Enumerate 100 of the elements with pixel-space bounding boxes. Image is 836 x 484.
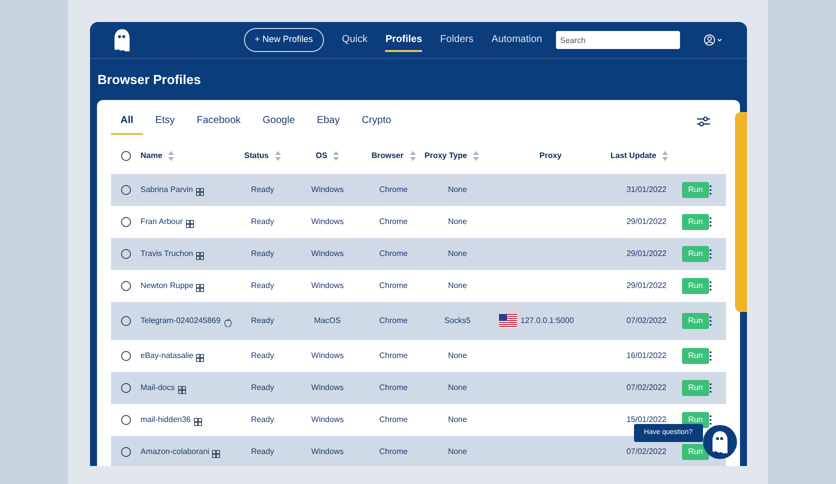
status-text: Ready — [250, 184, 274, 196]
profile-name: Sabrina Parvin — [140, 184, 193, 196]
os-text: Windows — [311, 350, 344, 362]
windows-icon — [186, 220, 194, 228]
last-update-text: 07/02/2022 — [626, 314, 667, 326]
logo-icon — [112, 27, 132, 53]
column-header: OS — [316, 150, 328, 162]
filter-tab[interactable]: Google — [252, 108, 305, 134]
browser-text: Chrome — [379, 314, 408, 326]
more-icon[interactable] — [708, 280, 712, 290]
more-icon[interactable] — [708, 414, 712, 424]
last-update-text: 29/01/2022 — [626, 248, 667, 260]
proxy-type-text: None — [448, 414, 468, 426]
profile-name: mail-hidden36 — [140, 414, 191, 426]
status-text: Ready — [250, 314, 274, 326]
status-text: Ready — [250, 350, 274, 362]
proxy-type-text: None — [448, 382, 468, 394]
select-radio[interactable] — [120, 414, 130, 424]
profile-name: Fran Arbour — [140, 216, 183, 228]
proxy-type-text: None — [448, 280, 468, 292]
filter-tab[interactable]: Crypto — [352, 108, 402, 134]
windows-icon — [212, 450, 220, 458]
windows-icon — [196, 188, 204, 196]
select-radio[interactable] — [120, 150, 130, 160]
os-text: Windows — [311, 382, 344, 394]
os-text: Windows — [311, 280, 344, 292]
select-radio[interactable] — [120, 446, 130, 456]
browser-text: Chrome — [379, 248, 408, 260]
last-update-text: 07/02/2022 — [626, 382, 667, 394]
more-icon[interactable] — [708, 248, 712, 258]
last-update-text: 15/01/2022 — [626, 414, 667, 426]
filter-tab[interactable]: Facebook — [186, 108, 251, 134]
profile-name: Newton Ruppe — [140, 280, 194, 292]
select-radio[interactable] — [120, 382, 130, 392]
nav-tab[interactable]: Folders — [440, 28, 474, 52]
select-radio[interactable] — [120, 248, 130, 258]
browser-text: Chrome — [379, 216, 408, 228]
more-icon[interactable] — [708, 184, 712, 194]
browser-text: Chrome — [379, 446, 408, 458]
os-text: Windows — [311, 446, 344, 458]
profile-name: Amazon-colaborani — [140, 446, 210, 458]
profile-name: Mail-docs — [140, 382, 175, 394]
windows-icon — [194, 418, 202, 426]
status-text: Ready — [250, 280, 274, 292]
browser-text: Chrome — [379, 184, 408, 196]
browser-text: Chrome — [379, 414, 408, 426]
status-text: Ready — [250, 446, 274, 458]
select-radio[interactable] — [120, 350, 130, 360]
status-text: Ready — [250, 414, 274, 426]
status-text: Ready — [250, 382, 274, 394]
windows-icon — [178, 386, 186, 394]
flag-icon — [498, 314, 516, 328]
nav-tab[interactable]: Profiles — [385, 28, 422, 52]
nav-tab[interactable]: Automation — [492, 28, 542, 52]
new-profiles-button[interactable]: + New Profiles — [244, 28, 324, 52]
status-text: Ready — [250, 216, 274, 228]
proxy-type-text: None — [448, 446, 468, 458]
last-update-text: 29/01/2022 — [626, 216, 667, 228]
profile-name: eBay-natasalie — [140, 350, 194, 362]
page-title: Browser Profiles — [96, 71, 202, 89]
browser-text: Chrome — [379, 382, 408, 394]
more-icon[interactable] — [708, 350, 712, 360]
column-header: Proxy Type — [424, 150, 468, 162]
column-header: Name — [140, 150, 162, 162]
last-update-text: 16/01/2022 — [626, 350, 667, 362]
profile-name: Telegram-0240245869 — [140, 314, 221, 326]
search-field[interactable]: Search — [556, 31, 680, 49]
os-text: Windows — [311, 414, 344, 426]
filter-tab[interactable]: All — [110, 108, 144, 134]
select-radio[interactable] — [120, 280, 130, 290]
status-text: Ready — [250, 248, 274, 260]
select-radio[interactable] — [120, 316, 130, 326]
proxy-address: 127.0.0.1:5000 — [520, 314, 574, 326]
ghost-icon — [710, 430, 730, 454]
column-header: Proxy — [539, 150, 562, 162]
os-text: Windows — [311, 184, 344, 196]
column-header: Browser — [371, 150, 404, 162]
column-header: Last Update — [610, 150, 656, 162]
windows-icon — [196, 354, 204, 362]
more-icon[interactable] — [708, 316, 712, 326]
os-text: Windows — [311, 248, 344, 260]
browser-text: Chrome — [379, 280, 408, 292]
proxy-type-text: Socks5 — [444, 314, 471, 326]
nav-tab[interactable]: Quick — [342, 28, 368, 52]
windows-icon — [196, 284, 204, 292]
filter-settings-icon[interactable] — [696, 116, 710, 127]
more-icon[interactable] — [708, 216, 712, 226]
proxy-type-text: None — [448, 184, 468, 196]
select-radio[interactable] — [120, 184, 130, 194]
more-icon[interactable] — [708, 382, 712, 392]
filter-tab[interactable]: Ebay — [306, 108, 350, 134]
browser-text: Chrome — [379, 350, 408, 362]
os-text: MacOS — [314, 314, 341, 326]
profile-name: Travis Truchon — [140, 248, 194, 260]
os-text: Windows — [311, 216, 344, 228]
filter-tab[interactable]: Etsy — [145, 108, 185, 134]
select-radio[interactable] — [120, 216, 130, 226]
last-update-text: 07/02/2022 — [626, 446, 667, 458]
proxy-type-text: None — [448, 350, 468, 362]
last-update-text: 31/01/2022 — [626, 184, 667, 196]
